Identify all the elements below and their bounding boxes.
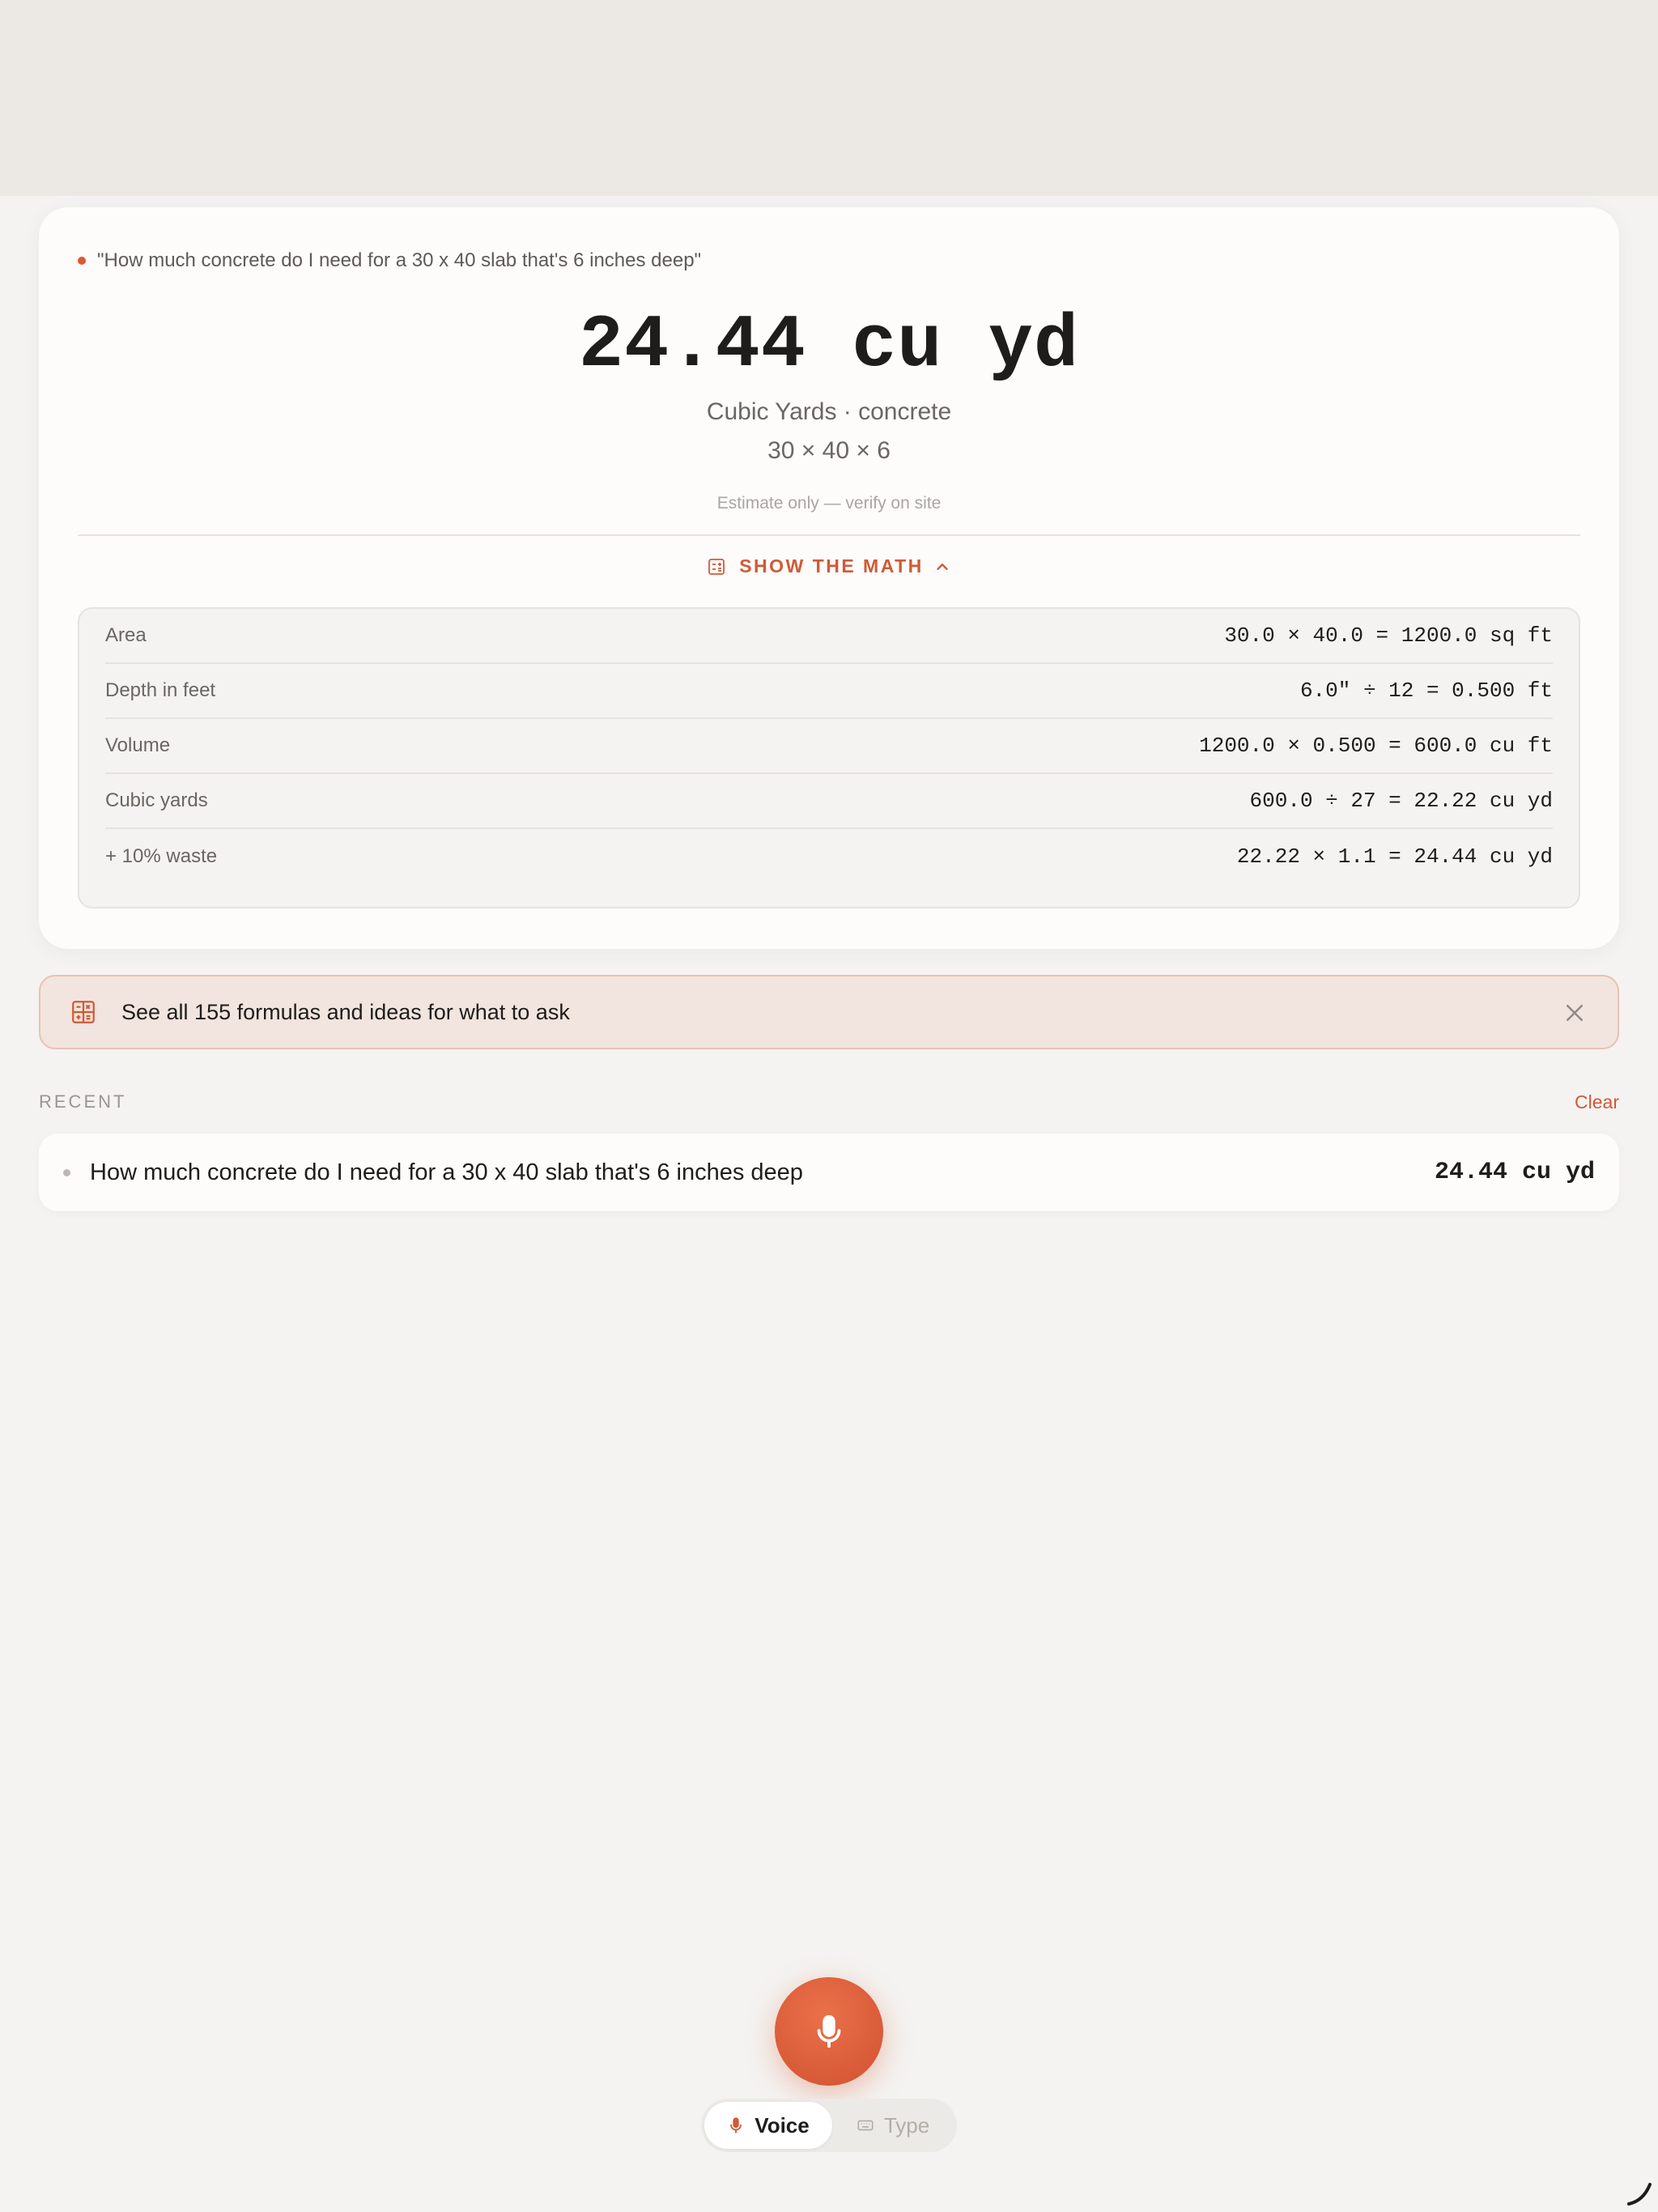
recent-heading: RECENT: [39, 1091, 127, 1112]
formulas-banner[interactable]: See all 155 formulas and ideas for what …: [39, 975, 1619, 1049]
math-row: + 10% waste 22.22 × 1.1 = 24.44 cu yd: [105, 829, 1553, 884]
query-indicator-dot: [78, 257, 86, 265]
math-row-label: Area: [105, 624, 147, 646]
calculator-icon: [708, 558, 725, 575]
math-row: Cubic yards 600.0 ÷ 27 = 22.22 cu yd: [105, 774, 1553, 829]
microphone-icon: [817, 2014, 841, 2048]
close-icon[interactable]: [1562, 1001, 1587, 1025]
recent-item-question: How much concrete do I need for a 30 x 4…: [90, 1159, 803, 1185]
math-row-label: Cubic yards: [105, 789, 208, 811]
keyboard-icon: [857, 2120, 874, 2131]
microphone-button[interactable]: [775, 1977, 883, 2086]
math-row: Volume 1200.0 × 0.500 = 600.0 cu ft: [105, 719, 1553, 774]
math-row-value: 22.22 × 1.1 = 24.44 cu yd: [1236, 844, 1553, 869]
answer-value: 24.44 cu yd: [578, 303, 1080, 388]
voice-mode-button[interactable]: Voice: [704, 2102, 832, 2149]
math-row: Depth in feet 6.0″ ÷ 12 = 0.500 ft: [105, 664, 1553, 719]
recent-item-dot: [63, 1168, 70, 1176]
recent-item-answer: 24.44 cu yd: [1434, 1159, 1595, 1186]
type-mode-label: Type: [883, 2112, 930, 2138]
math-breakdown: Area 30.0 × 40.0 = 1200.0 sq ft Depth in…: [78, 607, 1580, 908]
voice-mode-label: Voice: [755, 2112, 810, 2138]
banner-text: See all 155 formulas and ideas for what …: [121, 999, 570, 1024]
dimensions-text: 30 × 40 × 6: [767, 437, 891, 464]
corner-handle-icon: [1627, 2183, 1652, 2206]
math-row-label: + 10% waste: [105, 845, 218, 867]
unit-description: Cubic Yards · concrete: [706, 398, 952, 425]
divider: [78, 534, 1580, 536]
input-mode-switch: Voice Type: [701, 2099, 957, 2152]
spoken-query: "How much concrete do I need for a 30 x …: [78, 249, 701, 272]
result-card: "How much concrete do I need for a 30 x …: [39, 207, 1619, 949]
chevron-up-icon: [937, 563, 948, 570]
math-row-value: 6.0″ ÷ 12 = 0.500 ft: [1299, 678, 1553, 703]
microphone-icon: [730, 2117, 742, 2133]
math-row: Area 30.0 × 40.0 = 1200.0 sq ft: [105, 609, 1553, 664]
clear-recent-button[interactable]: Clear: [1575, 1091, 1619, 1113]
type-mode-button[interactable]: Type: [832, 2102, 954, 2149]
math-row-value: 30.0 × 40.0 = 1200.0 sq ft: [1224, 623, 1553, 648]
query-text: "How much concrete do I need for a 30 x …: [97, 249, 702, 271]
math-row-label: Volume: [105, 734, 171, 756]
estimate-disclaimer: Estimate only — verify on site: [716, 494, 942, 513]
calculator-icon: [72, 1001, 95, 1023]
math-row-value: 1200.0 × 0.500 = 600.0 cu ft: [1199, 734, 1553, 758]
show-math-label: SHOW THE MATH: [739, 555, 924, 576]
top-bar: [0, 0, 1658, 196]
recent-item[interactable]: How much concrete do I need for a 30 x 4…: [39, 1134, 1619, 1211]
show-math-toggle[interactable]: SHOW THE MATH: [39, 555, 1619, 577]
math-row-label: Depth in feet: [105, 679, 216, 701]
math-row-value: 600.0 ÷ 27 = 22.22 cu yd: [1249, 789, 1553, 813]
